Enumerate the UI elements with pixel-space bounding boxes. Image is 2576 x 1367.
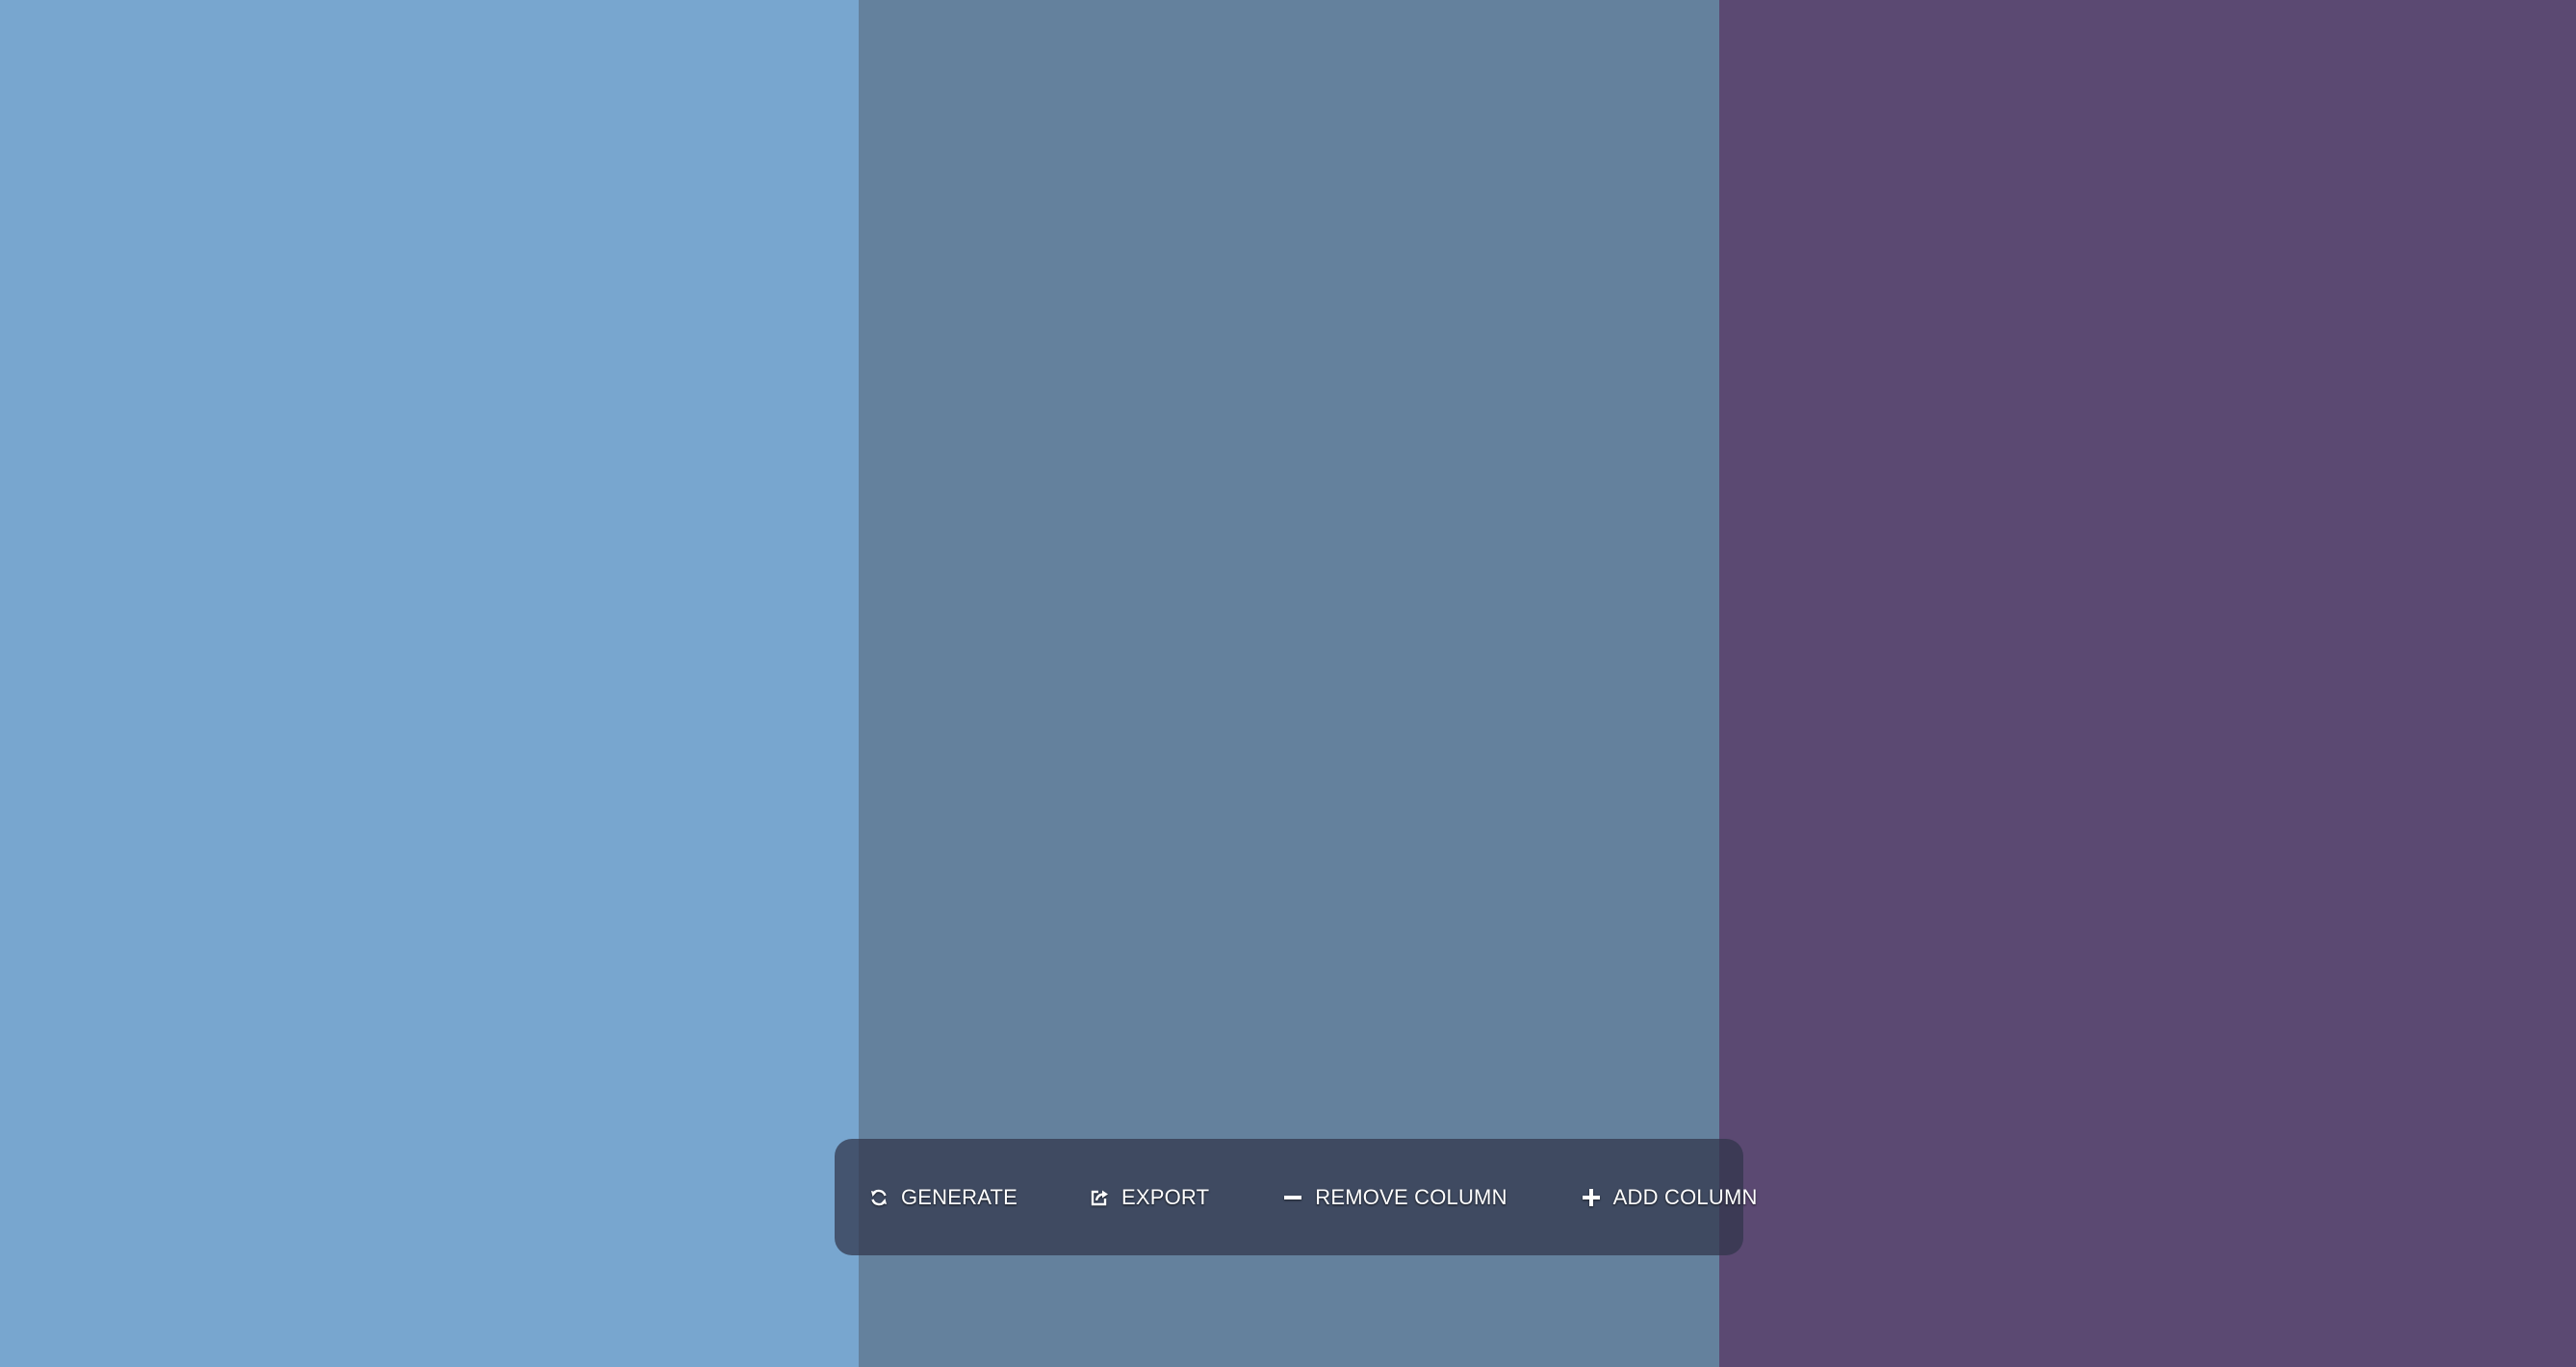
color-column-1[interactable] (0, 0, 859, 1367)
export-button[interactable]: EXPORT (1054, 1139, 1246, 1255)
minus-icon (1282, 1187, 1303, 1208)
share-icon (1089, 1187, 1110, 1208)
bottom-toolbar: GENERATE EXPORT REMOVE COLUMN ADD COLUMN (835, 1139, 1757, 1255)
plus-icon (1581, 1187, 1602, 1208)
export-label: EXPORT (1121, 1184, 1210, 1209)
add-column-button[interactable]: ADD COLUMN (1546, 1139, 1758, 1255)
generate-button[interactable]: GENERATE (835, 1139, 1054, 1255)
color-column-3[interactable] (1719, 0, 2576, 1367)
remove-column-button[interactable]: REMOVE COLUMN (1246, 1139, 1545, 1255)
generate-label: GENERATE (901, 1184, 1018, 1209)
remove-column-label: REMOVE COLUMN (1315, 1184, 1507, 1209)
add-column-label: ADD COLUMN (1612, 1184, 1758, 1209)
refresh-icon (868, 1187, 889, 1208)
